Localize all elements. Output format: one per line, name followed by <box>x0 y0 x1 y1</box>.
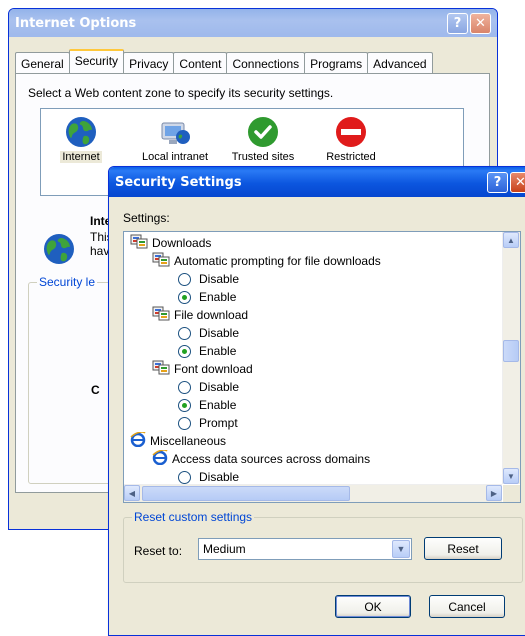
reset-to-label: Reset to: <box>134 544 183 558</box>
help-button[interactable]: ? <box>447 12 468 34</box>
tree-item-label: Disable <box>199 272 240 286</box>
chevron-down-icon[interactable]: ▼ <box>392 540 410 558</box>
help-button[interactable]: ? <box>487 171 508 193</box>
radio-option[interactable]: Enable <box>130 342 490 360</box>
tab-privacy[interactable]: Privacy <box>123 52 175 74</box>
vertical-scroll-thumb[interactable] <box>503 340 519 362</box>
radio-option[interactable]: Prompt <box>130 414 490 432</box>
tab-strip: General Security Privacy Content Connect… <box>15 49 433 74</box>
tree-item-label: Miscellaneous <box>150 434 227 448</box>
security-level-value: C <box>91 383 100 397</box>
zone-trusted-sites[interactable]: Trusted sites <box>223 115 303 163</box>
security-settings-window: Security Settings ? ✕ Settings: Download… <box>108 166 525 636</box>
checkmark-icon <box>248 117 278 147</box>
scrollbar-corner <box>503 485 520 502</box>
radio-button[interactable] <box>178 398 191 412</box>
close-button[interactable]: ✕ <box>510 171 525 193</box>
radio-option[interactable]: Disable <box>130 378 490 396</box>
scroll-left-button[interactable]: ◀ <box>124 485 140 501</box>
ie-icon <box>152 449 168 468</box>
radio-button[interactable] <box>178 470 191 484</box>
globe-icon <box>66 117 96 147</box>
vertical-scrollbar[interactable]: ▲ ▼ <box>502 232 520 484</box>
scroll-down-button[interactable]: ▼ <box>503 468 519 484</box>
zone-restricted[interactable]: Restricted <box>311 115 391 163</box>
reset-custom-settings-group: Reset custom settings Reset to: Medium ▼… <box>123 510 523 583</box>
tree-item-label: Enable <box>199 398 237 412</box>
tree-item-label: Automatic prompting for file downloads <box>174 254 381 268</box>
tree-item-label: Disable <box>199 380 240 394</box>
radio-button[interactable] <box>178 272 191 286</box>
scroll-up-button[interactable]: ▲ <box>503 232 519 248</box>
zone-label: Restricted <box>326 151 376 163</box>
tree-item-label: Disable <box>199 326 240 340</box>
ie-icon <box>130 431 146 450</box>
zone-label: Local intranet <box>141 151 209 163</box>
radio-button[interactable] <box>178 380 191 394</box>
tree-item-label: Access data sources across domains <box>172 452 371 466</box>
tree-item-label: Disable <box>199 470 240 484</box>
settings-category-icon <box>152 306 170 324</box>
settings-tree[interactable]: Downloads Automatic prompting for file do… <box>123 231 521 503</box>
window-title: Internet Options <box>15 15 137 31</box>
tree-item-label: Prompt <box>199 416 238 430</box>
computer-globe-icon <box>161 122 190 144</box>
ok-button[interactable]: OK <box>335 595 411 618</box>
radio-button[interactable] <box>178 344 191 358</box>
radio-button[interactable] <box>178 326 191 340</box>
settings-tree-list: Downloads Automatic prompting for file do… <box>130 234 490 486</box>
zone-label: Trusted sites <box>231 151 295 163</box>
settings-item: File download <box>130 306 490 324</box>
close-button[interactable]: ✕ <box>470 12 491 34</box>
internet-options-titlebar[interactable]: Internet Options ? ✕ <box>9 9 497 37</box>
tree-item-label: Downloads <box>152 236 212 250</box>
reset-to-value: Medium <box>203 542 246 556</box>
globe-icon <box>44 234 74 264</box>
tab-security[interactable]: Security <box>68 49 125 74</box>
tree-item-label: Enable <box>199 344 237 358</box>
no-entry-icon <box>336 117 366 147</box>
tab-connections[interactable]: Connections <box>226 52 306 74</box>
settings-category-icon <box>152 252 170 270</box>
radio-option[interactable]: Disable <box>130 270 490 288</box>
reset-group-label: Reset custom settings <box>132 510 255 524</box>
zone-prompt: Select a Web content zone to specify its… <box>28 86 334 100</box>
security-settings-titlebar[interactable]: Security Settings ? ✕ <box>109 167 525 197</box>
reset-to-select[interactable]: Medium ▼ <box>198 538 412 560</box>
tree-item-label: Enable <box>199 290 237 304</box>
window-title: Security Settings <box>115 174 242 190</box>
settings-item: Access data sources across domains <box>130 449 490 468</box>
radio-option[interactable]: Enable <box>130 396 490 414</box>
tab-advanced[interactable]: Advanced <box>367 52 433 74</box>
tree-item-label: File download <box>174 308 249 322</box>
settings-category: Downloads <box>130 234 490 252</box>
cancel-button[interactable]: Cancel <box>429 595 505 618</box>
security-level-label: Security le <box>37 275 98 289</box>
horizontal-scroll-thumb[interactable] <box>142 486 350 501</box>
tab-programs[interactable]: Programs <box>304 52 369 74</box>
zone-internet[interactable]: Internet <box>41 115 121 163</box>
tab-content[interactable]: Content <box>173 52 228 74</box>
tree-item-label: Font download <box>174 362 253 376</box>
settings-item: Font download <box>130 360 490 378</box>
zone-local-intranet[interactable]: Local intranet <box>135 115 215 163</box>
settings-item: Automatic prompting for file downloads <box>130 252 490 270</box>
settings-category-icon <box>130 234 148 252</box>
settings-category: Miscellaneous <box>130 431 490 450</box>
tab-general[interactable]: General <box>15 52 70 74</box>
scroll-right-button[interactable]: ▶ <box>486 485 502 501</box>
zone-label: Internet <box>60 151 102 163</box>
reset-button[interactable]: Reset <box>424 537 502 560</box>
radio-option[interactable]: Enable <box>130 288 490 306</box>
horizontal-scrollbar[interactable]: ◀ ▶ <box>124 484 502 502</box>
radio-option[interactable]: Disable <box>130 324 490 342</box>
radio-button[interactable] <box>178 416 191 430</box>
settings-category-icon <box>152 360 170 378</box>
radio-button[interactable] <box>178 290 191 304</box>
settings-label: Settings: <box>123 211 170 225</box>
